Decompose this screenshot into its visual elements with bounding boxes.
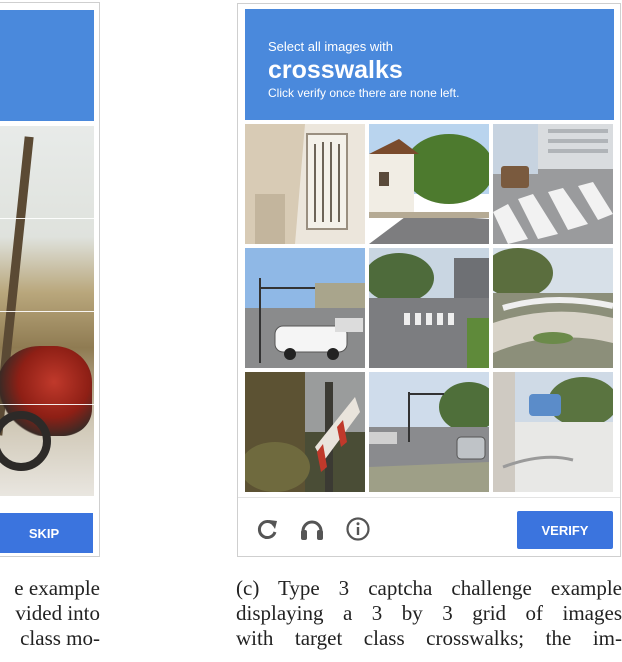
left-captcha-header <box>0 10 94 121</box>
grid-tile-crosswalk-car[interactable] <box>493 124 613 244</box>
grid-tile-road-cars[interactable] <box>369 372 489 492</box>
verify-button[interactable]: VERIFY <box>517 511 613 549</box>
audio-icon[interactable] <box>297 514 327 544</box>
left-captcha-image-grid[interactable] <box>0 126 94 496</box>
grid-tile-curved-path[interactable] <box>493 248 613 368</box>
left-captcha-widget: SKIP <box>0 2 100 557</box>
grid-line <box>0 404 94 405</box>
grid-tile-house-trees-street[interactable] <box>369 124 489 244</box>
building-window-image <box>245 124 365 244</box>
figure-caption: (c) Type 3 captcha challenge example dis… <box>236 576 622 651</box>
grid-tile-building-window[interactable] <box>245 124 365 244</box>
caption-line: (c) Type 3 captcha challenge example <box>236 576 622 600</box>
grid-line <box>0 218 94 219</box>
caption-line: with target class crosswalks; the im- <box>236 626 622 650</box>
house-street-image <box>369 124 489 244</box>
curved-path-image <box>493 248 613 368</box>
left-caption: e example vided into class mo- <box>0 576 100 651</box>
instruction-text: Select all images with <box>268 39 393 54</box>
skip-button[interactable]: SKIP <box>0 513 93 553</box>
captcha-header: Select all images with crosswalks Click … <box>245 9 614 120</box>
left-caption-line: e example <box>14 576 100 600</box>
left-caption-line: vided into <box>15 601 100 625</box>
tree-fence-image <box>245 372 365 492</box>
grid-line <box>0 311 94 312</box>
grid-tile-road-crosswalk[interactable] <box>369 248 489 368</box>
grid-tile-parked-car-wall[interactable] <box>493 372 613 492</box>
grid-tile-tree-fence[interactable] <box>245 372 365 492</box>
road-crosswalk-image <box>369 248 489 368</box>
target-class-text: crosswalks <box>268 56 403 84</box>
captcha-widget: Select all images with crosswalks Click … <box>237 3 621 557</box>
parking-lot-image <box>245 248 365 368</box>
parked-car-wall-image <box>493 372 613 492</box>
left-caption-line: class mo- <box>20 626 100 650</box>
grid-tile-parking-lot-cars[interactable] <box>245 248 365 368</box>
road-cars-image <box>369 372 489 492</box>
wheel-graphic <box>0 411 51 471</box>
image-grid <box>245 124 614 493</box>
crosswalk-car-image <box>493 124 613 244</box>
reload-icon[interactable] <box>252 514 282 544</box>
caption-line: displaying a 3 by 3 grid of images <box>236 601 622 625</box>
info-icon[interactable] <box>343 514 373 544</box>
verify-hint-text: Click verify once there are none left. <box>268 86 460 100</box>
footer-divider <box>238 497 620 498</box>
